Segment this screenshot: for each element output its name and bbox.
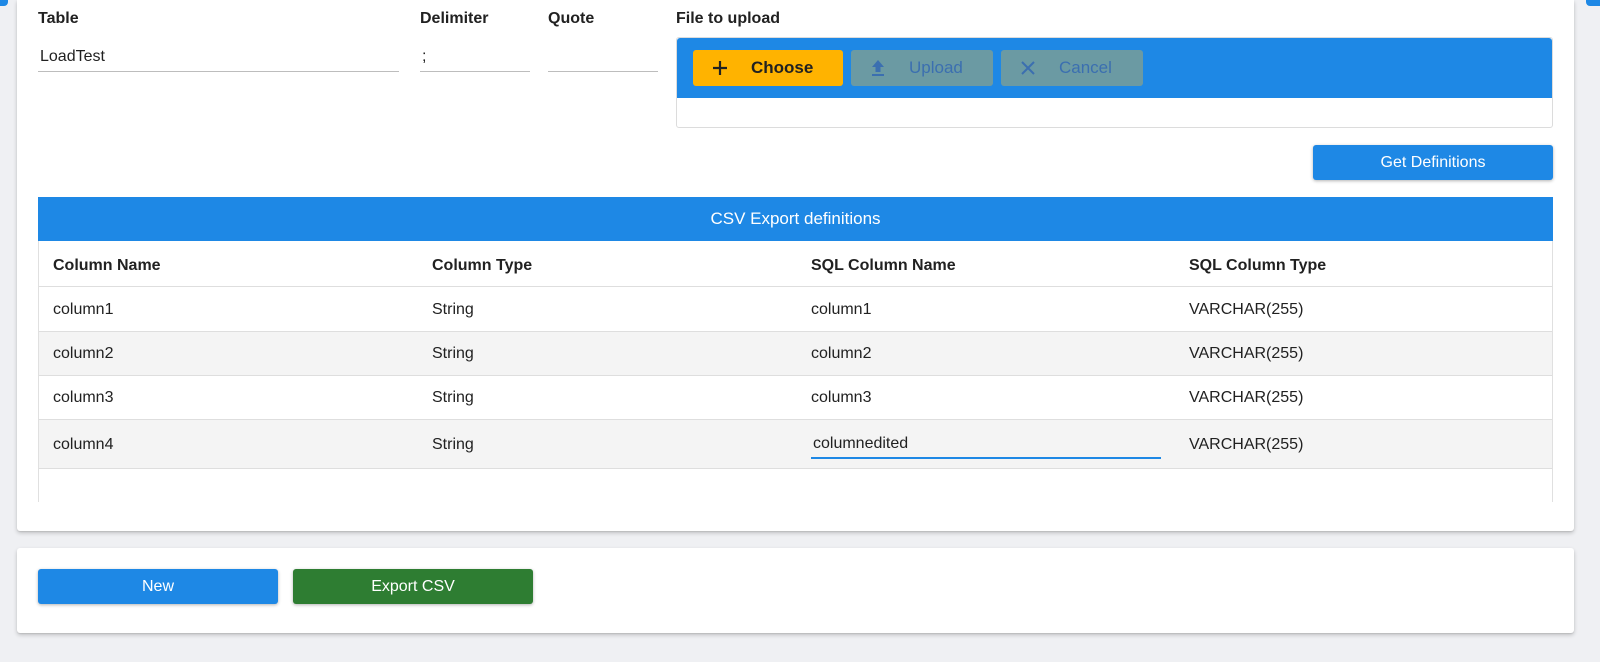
quote-input[interactable] <box>548 38 658 72</box>
cancel-label: Cancel <box>1059 58 1112 77</box>
table-caption: CSV Export definitions <box>38 197 1553 241</box>
cell-sql-column-name[interactable]: column1 <box>811 301 871 319</box>
choose-button[interactable]: Choose <box>693 50 843 86</box>
file-drop-area[interactable] <box>677 98 1552 129</box>
cell-column-name: column3 <box>53 389 114 406</box>
export-csv-button[interactable]: Export CSV <box>293 569 533 604</box>
cell-sql-column-type[interactable]: VARCHAR(255) <box>1189 301 1303 319</box>
cell-column-name: column4 <box>53 436 114 453</box>
header-sql-column-type[interactable]: SQL Column Type <box>1189 257 1326 275</box>
table-body: Column Name Column Type SQL Column Name … <box>38 241 1553 502</box>
quote-label: Quote <box>548 10 595 27</box>
csv-export-definitions-table: CSV Export definitions Column Name Colum… <box>38 197 1553 502</box>
upload-label: Upload <box>909 58 963 77</box>
header-sql-column-name[interactable]: SQL Column Name <box>811 257 956 275</box>
table-label: Table <box>38 10 79 27</box>
file-upload-field: File to upload <box>676 10 976 32</box>
file-upload-panel: Choose Upload Cancel <box>676 37 1553 128</box>
table-input[interactable] <box>38 38 399 72</box>
plus-icon <box>713 61 727 75</box>
cell-column-name: column1 <box>53 301 114 318</box>
table-row[interactable]: column1 String column1 VARCHAR(255) <box>39 287 1552 332</box>
cell-column-type: String <box>432 389 474 406</box>
get-definitions-label: Get Definitions <box>1380 153 1486 171</box>
cell-sql-column-type[interactable]: VARCHAR(255) <box>1189 345 1303 363</box>
export-csv-label: Export CSV <box>371 577 455 595</box>
cell-sql-column-type[interactable]: VARCHAR(255) <box>1189 436 1303 454</box>
upload-icon <box>872 60 884 76</box>
delimiter-field: Delimiter <box>420 10 530 72</box>
cell-column-type: String <box>432 436 474 453</box>
cell-sql-column-name[interactable]: column3 <box>811 389 871 407</box>
cancel-button[interactable]: Cancel <box>1001 50 1143 86</box>
upload-button[interactable]: Upload <box>851 50 993 86</box>
table-row[interactable]: column2 String column2 VARCHAR(255) <box>39 332 1552 376</box>
cell-column-type: String <box>432 345 474 362</box>
file-upload-toolbar: Choose Upload Cancel <box>677 38 1552 98</box>
sql-column-name-edit-input[interactable] <box>811 431 1161 459</box>
cell-column-name: column2 <box>53 345 114 362</box>
table-header-row: Column Name Column Type SQL Column Name … <box>39 241 1552 287</box>
table-row[interactable]: column4 String VARCHAR(255) <box>39 420 1552 469</box>
cell-sql-column-name[interactable]: column2 <box>811 345 871 363</box>
table-row[interactable]: column3 String column3 VARCHAR(255) <box>39 376 1552 420</box>
actions-card: New Export CSV <box>17 548 1574 633</box>
delimiter-label: Delimiter <box>420 10 489 27</box>
header-column-name[interactable]: Column Name <box>53 257 161 275</box>
header-column-type[interactable]: Column Type <box>432 257 532 275</box>
get-definitions-button[interactable]: Get Definitions <box>1313 145 1553 180</box>
close-icon <box>1021 61 1035 75</box>
cell-sql-column-type[interactable]: VARCHAR(255) <box>1189 389 1303 407</box>
new-label: New <box>141 577 174 595</box>
delimiter-input[interactable] <box>420 38 530 72</box>
cell-column-type: String <box>432 301 474 318</box>
choose-label: Choose <box>751 58 814 77</box>
file-upload-label: File to upload <box>676 10 780 27</box>
quote-field: Quote <box>548 10 658 72</box>
table-field: Table <box>38 10 399 72</box>
new-button[interactable]: New <box>38 569 278 604</box>
